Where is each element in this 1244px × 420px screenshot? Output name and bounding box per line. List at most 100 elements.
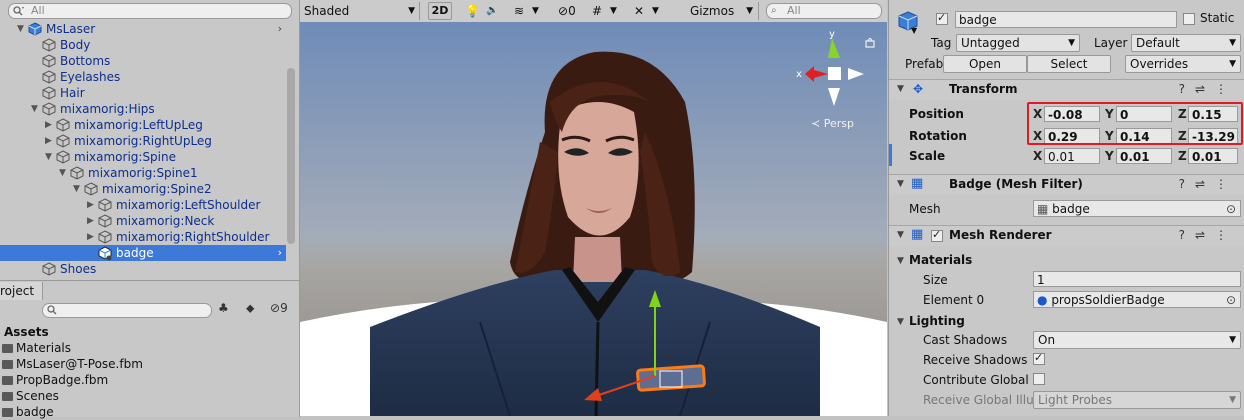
expand-arrow-icon[interactable]: ▶ [45,117,55,133]
hidden-objects-icon[interactable]: ⊘0 [558,2,576,20]
grid-toggle-icon[interactable]: # [592,2,602,20]
static-checkbox[interactable] [1183,13,1195,25]
tree-item-body[interactable]: Body [0,37,286,53]
mesh-renderer-header[interactable]: ▼ ▦ Mesh Renderer ?⇌⋮ [889,225,1244,246]
active-checkbox[interactable] [936,11,948,25]
tag-dropdown[interactable]: Untagged ▼ [956,34,1080,52]
filter-by-type-icon[interactable]: ♣ [218,301,229,315]
mesh-object-field[interactable]: ▦ badge ⊙ [1033,200,1241,217]
assets-folder[interactable]: Assets [4,324,49,340]
collapse-arrow-icon[interactable]: ▼ [897,230,904,240]
expand-arrow-icon[interactable]: ▶ [87,213,97,229]
project-search-input[interactable] [42,303,212,318]
tree-item-mslaser[interactable]: ▼ MsLaser › [0,21,286,37]
chevron-right-icon[interactable]: › [278,21,282,37]
shading-mode-dropdown[interactable]: Shaded ▼ [300,2,420,20]
gizmos-dropdown[interactable]: Gizmos ▼ [690,2,759,20]
mesh-filter-header[interactable]: ▼ ▦ Badge (Mesh Filter) ?⇌⋮ [889,174,1244,195]
dropdown-arrow-icon[interactable]: ▼ [652,2,659,20]
dropdown-arrow-icon[interactable]: ▼ [610,2,617,20]
presets-icon[interactable]: ⇌ [1195,177,1215,191]
tree-item-bottoms[interactable]: Bottoms [0,53,286,69]
transform-header[interactable]: ▼ ✥ Transform ?⇌⋮ [889,79,1244,100]
tree-item-leftshoulder[interactable]: ▶ mixamorig:LeftShoulder [0,197,286,213]
project-item[interactable]: Materials [2,340,71,356]
tree-item-shoes[interactable]: Shoes [0,261,286,277]
hierarchy-search-input[interactable]: All [8,3,292,19]
projection-label[interactable]: ≺ Persp [811,117,854,130]
project-item[interactable]: MsLaser@T-Pose.fbm [2,356,143,372]
project-item[interactable]: PropBadge.fbm [2,372,108,388]
collapse-arrow-icon[interactable]: ▼ [897,179,904,189]
more-options-icon[interactable]: ⋮ [1215,177,1237,191]
tree-item-spine1[interactable]: ▼ mixamorig:Spine1 [0,165,286,181]
help-icon[interactable]: ? [1179,82,1195,96]
dropdown-arrow-icon: ▼ [1068,38,1075,48]
dropdown-arrow-icon[interactable]: ▼ [532,2,539,20]
expand-arrow-icon[interactable]: ▼ [45,149,55,165]
more-options-icon[interactable]: ⋮ [1215,82,1237,96]
tree-item-leftupleg[interactable]: ▶ mixamorig:LeftUpLeg [0,117,286,133]
tools-icon[interactable]: ✕ [634,2,644,20]
presets-icon[interactable]: ⇌ [1195,82,1215,96]
contribute-gi-checkbox[interactable] [1033,373,1045,385]
audio-toggle-icon[interactable]: 🔈 [486,2,500,20]
presets-icon[interactable]: ⇌ [1195,228,1215,242]
expand-arrow-icon[interactable]: ▶ [87,229,97,245]
tree-item-label: mixamorig:Spine1 [88,166,198,180]
expand-arrow-icon[interactable]: ▼ [17,21,27,37]
tree-item-neck[interactable]: ▶ mixamorig:Neck [0,213,286,229]
collapse-arrow-icon[interactable]: ▼ [897,317,904,327]
2d-toggle-button[interactable]: 2D [428,2,452,20]
scene-search-input[interactable]: ⌕ All [766,3,882,19]
hierarchy-scrollbar[interactable] [287,68,295,244]
prefab-overrides-dropdown[interactable]: Overrides ▼ [1125,55,1241,73]
tab-project[interactable]: roject [0,282,43,300]
object-picker-icon[interactable]: ⊙ [1226,201,1236,217]
expand-arrow-icon[interactable]: ▼ [73,181,83,197]
project-item[interactable]: badge [2,404,54,420]
tree-item-rightshoulder[interactable]: ▶ mixamorig:RightShoulder [0,229,286,245]
more-options-icon[interactable]: ⋮ [1215,228,1237,242]
element0-object-field[interactable]: ● propsSoldierBadge ⊙ [1033,291,1241,308]
tree-item-hips[interactable]: ▼ mixamorig:Hips [0,101,286,117]
receive-shadows-checkbox[interactable] [1033,351,1045,365]
tree-item-badge[interactable]: badge › [0,245,286,261]
expand-arrow-icon[interactable]: ▶ [45,133,55,149]
hidden-packages-icon[interactable]: ⊘9 [270,301,288,315]
mesh-renderer-enabled-checkbox[interactable] [931,228,943,242]
scale-x-input[interactable]: 0.01 [1044,148,1100,164]
scale-y-input[interactable]: 0.01 [1116,148,1172,164]
effects-toggle-icon[interactable]: ≋ [514,2,530,20]
layer-dropdown[interactable]: Default ▼ [1131,34,1241,52]
project-item[interactable]: Scenes [2,388,59,404]
tree-item-spine2[interactable]: ▼ mixamorig:Spine2 [0,181,286,197]
object-name-input[interactable]: badge [955,11,1177,28]
tree-item-eyelashes[interactable]: Eyelashes [0,69,286,85]
tree-item-rightupleg[interactable]: ▶ mixamorig:RightUpLeg [0,133,286,149]
scene-view[interactable]: Shaded ▼ 2D 💡 🔈 ≋ ▼ ⊘0 # ▼ ✕ ▼ Gizmos ▼ … [300,0,887,416]
tree-item-hair[interactable]: Hair [0,85,286,101]
filter-by-label-icon[interactable]: ⬥ [246,301,254,316]
expand-arrow-icon[interactable]: ▼ [31,101,41,117]
chevron-right-icon[interactable]: › [278,245,282,261]
help-icon[interactable]: ? [1179,177,1195,191]
hierarchy-panel: All ▼ MsLaser › Body Bottoms Eyelashes H… [0,0,300,280]
lighting-toggle-icon[interactable]: 💡 [465,2,480,20]
prefab-select-button[interactable]: Select [1027,55,1111,73]
collapse-arrow-icon[interactable]: ▼ [897,84,904,94]
collapse-arrow-icon[interactable]: ▼ [897,256,904,266]
lighting-label: Lighting [909,314,965,328]
expand-arrow-icon[interactable]: ▶ [87,197,97,213]
cast-shadows-dropdown[interactable]: On ▼ [1033,331,1241,349]
expand-arrow-icon[interactable]: ▼ [59,165,69,181]
help-icon[interactable]: ? [1179,228,1195,242]
tree-item-spine[interactable]: ▼ mixamorig:Spine [0,149,286,165]
axis-z-label: Z [1178,149,1187,163]
materials-size-input[interactable]: 1 [1033,271,1241,287]
scale-z-input[interactable]: 0.01 [1188,148,1238,164]
scene-viewport[interactable]: y x ≺ Persp [300,22,887,416]
object-picker-icon[interactable]: ⊙ [1226,292,1236,308]
dropdown-arrow-icon[interactable]: ▼ [911,26,917,35]
prefab-open-button[interactable]: Open [943,55,1027,73]
